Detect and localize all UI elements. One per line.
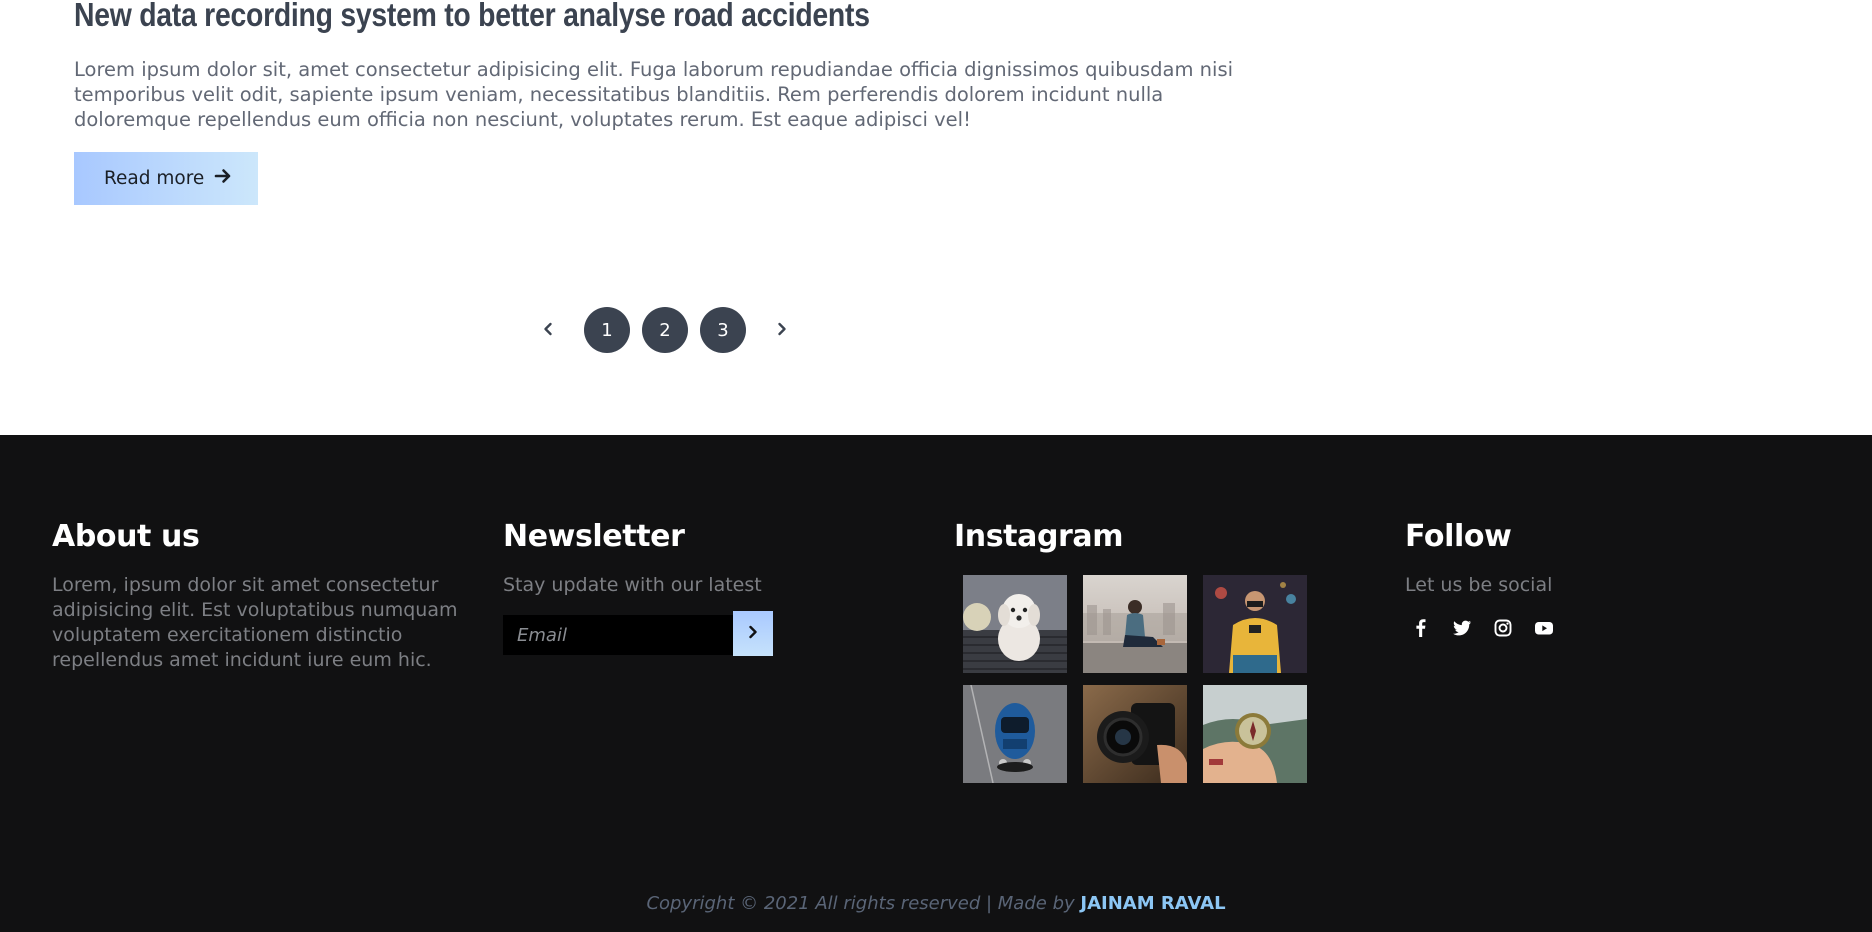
author-link[interactable]: JAINAM RAVAL — [1080, 893, 1225, 914]
footer-follow-column: Follow Let us be social — [1405, 519, 1705, 640]
pagination-page-1[interactable]: 1 — [584, 307, 630, 353]
chevron-right-icon — [746, 625, 760, 642]
read-more-label: Read more — [104, 168, 205, 189]
newsletter-submit-button[interactable] — [733, 611, 773, 656]
footer-about-text: Lorem, ipsum dolor sit amet consectetur … — [52, 574, 458, 671]
pagination-prev-button[interactable] — [530, 307, 566, 353]
dog-photo[interactable] — [963, 575, 1067, 673]
pagination-next-button[interactable] — [764, 307, 800, 353]
footer-instagram-column: Instagram — [954, 519, 1334, 783]
newsletter-form — [503, 611, 773, 656]
copyright-line: Copyright © 2021 All rights reserved | M… — [0, 893, 1872, 914]
man-in-yellow-sweater-photo[interactable] — [1203, 575, 1307, 673]
chevron-right-icon — [775, 321, 789, 340]
instagram-icon[interactable] — [1491, 616, 1515, 640]
site-footer: About us Lorem, ipsum dolor sit amet con… — [0, 435, 1872, 932]
footer-newsletter-column: Newsletter Stay update with our latest — [503, 519, 823, 656]
footer-instagram-heading: Instagram — [954, 519, 1124, 554]
footer-about-heading: About us — [52, 519, 200, 554]
article-card: New data recording system to better anal… — [74, 0, 1254, 205]
facebook-icon[interactable] — [1409, 616, 1433, 640]
footer-follow-text: Let us be social — [1405, 574, 1553, 596]
twitter-icon[interactable] — [1450, 616, 1474, 640]
footer-newsletter-text: Stay update with our latest — [503, 574, 762, 596]
article-excerpt: Lorem ipsum dolor sit, amet consectetur … — [74, 58, 1234, 131]
pagination: 1 2 3 — [530, 307, 800, 353]
article-title[interactable]: New data recording system to better anal… — [74, 0, 1089, 32]
footer-follow-heading: Follow — [1405, 519, 1512, 554]
pagination-page-2[interactable]: 2 — [642, 307, 688, 353]
instagram-grid — [963, 575, 1334, 783]
youtube-icon[interactable] — [1532, 616, 1556, 640]
arrow-right-icon — [214, 167, 232, 190]
camera-lens-photo[interactable] — [1083, 685, 1187, 783]
copyright-text: Copyright © 2021 All rights reserved | M… — [646, 893, 1081, 914]
pagination-page-3[interactable]: 3 — [700, 307, 746, 353]
chevron-left-icon — [541, 321, 555, 340]
footer-about-column: About us Lorem, ipsum dolor sit amet con… — [52, 519, 472, 673]
read-more-button[interactable]: Read more — [74, 152, 258, 205]
blue-car-photo[interactable] — [963, 685, 1067, 783]
compass-in-hand-photo[interactable] — [1203, 685, 1307, 783]
email-field[interactable] — [503, 615, 733, 655]
social-links — [1409, 616, 1705, 640]
woman-on-rooftop-photo[interactable] — [1083, 575, 1187, 673]
footer-newsletter-heading: Newsletter — [503, 519, 685, 554]
